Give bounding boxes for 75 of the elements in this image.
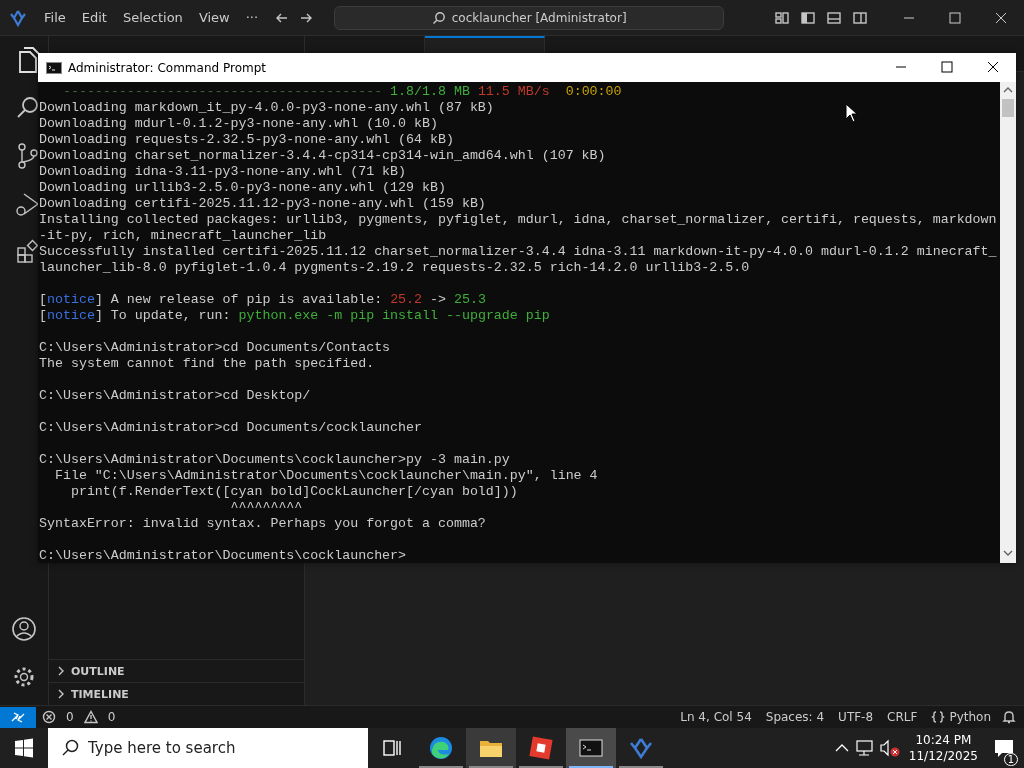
menu-item[interactable]: View [190, 7, 238, 28]
status-item[interactable]: CRLF [880, 710, 925, 724]
terminal-text: 0:00:00 [565, 84, 622, 99]
warning-icon[interactable] [83, 710, 98, 724]
menu-item[interactable]: File [36, 7, 74, 28]
console-icon [46, 59, 62, 76]
menu-item[interactable]: Edit [73, 7, 115, 28]
secondary-sidebar-icon[interactable] [852, 9, 869, 26]
mouse-pointer-icon [845, 103, 859, 123]
terminal-line: Downloading certifi-2025.11.12-py3-none-any.whl (159 kB) [39, 196, 486, 211]
search-icon[interactable] [16, 96, 40, 120]
status-item[interactable]: UTF-8 [831, 710, 881, 724]
status-item[interactable]: Spaces: 4 [758, 710, 832, 724]
terminal-text: notice [47, 292, 95, 307]
layout-icon[interactable] [774, 9, 791, 26]
terminal-text: python.exe -m pip install --upgrade pip [238, 308, 550, 323]
sidebar-section-header[interactable]: OUTLINE [49, 659, 304, 683]
terminal-text: 25.3 [453, 292, 486, 307]
editor-tab[interactable] [425, 36, 545, 53]
terminal-line: C:\Users\Administrator>cd Desktop/ [39, 388, 311, 403]
terminal-text: [ [39, 292, 47, 307]
remote-icon[interactable] [0, 706, 36, 728]
terminal-line: -it-py, rich, minecraft_launcher_lib [39, 228, 327, 243]
terminal-line: launcher_lib-8.0 pyfiglet-1.0.4 pygments-2.19.2 requests-2.32.5 rich-14.2.0 urllib3-2.5.0 [39, 260, 750, 275]
terminal-line: C:\Users\Administrator>cd Documents/cocklauncher [39, 420, 422, 435]
notification-count: 1 [1003, 753, 1018, 766]
window-title: Administrator: Command Prompt [68, 60, 266, 75]
terminal-text: 11.5 MB/s [477, 84, 551, 99]
menu-item[interactable]: ··· [237, 7, 267, 28]
terminal-line: C:\Users\Administrator>cd Documents/Contacts [39, 340, 391, 355]
terminal-text: ] A new release of pip is available: [94, 292, 384, 307]
warning-count[interactable]: 0 [100, 710, 123, 724]
terminal-line: ^^^^^^^^^ [229, 500, 303, 515]
terminal-text: [ [39, 308, 47, 323]
command-center[interactable]: cocklauncher [Administrator] [334, 5, 725, 30]
error-count[interactable]: 0 [59, 710, 81, 724]
terminal-line: File "C:\Users\Administrator\Documents\cocklauncher\main.py", line 4 [53, 468, 598, 483]
terminal-line: Successfully installed certifi-2025.11.12 charset_normalizer-3.4.4 idna-3.11 markdown-it-py-4.0.0 mdurl-0.1.2 minecraft_ [39, 244, 997, 259]
error-icon[interactable] [42, 710, 56, 724]
terminal-line: Downloading charset_normalizer-3.4.4-cp314-cp314-win_amd64.whl (107 kB) [39, 148, 606, 163]
terminal-line: Downloading requests-2.32.5-py3-none-any.whl (64 kB) [39, 132, 454, 147]
terminal-text: ---------------------------------------- [61, 84, 384, 99]
run-debug-icon[interactable] [16, 192, 40, 216]
folder-icon[interactable] [466, 728, 516, 768]
terminal-text: ] To update, run: [94, 308, 232, 323]
terminal-line: Downloading mdurl-0.1.2-py3-none-any.whl (10.0 kB) [39, 116, 438, 131]
terminal-icon[interactable] [566, 728, 616, 768]
terminal-text: 1.8/1.8 MB [390, 84, 471, 99]
terminal-line: Installing collected packages: urllib3, pygments, pyfiglet, mdurl, idna, charset_normalizer, certifi, requests, markdown [39, 212, 997, 227]
extensions-icon[interactable] [16, 239, 40, 263]
scrollbar[interactable] [1000, 82, 1016, 563]
terminal-text: -> [429, 292, 447, 307]
terminal-line: The system cannot find the path specified. [39, 356, 375, 371]
status-item[interactable]: Ln 4, Col 54 [673, 710, 759, 724]
bell-icon[interactable] [1002, 710, 1016, 724]
terminal-text: 25.2 [390, 292, 423, 307]
language-mode[interactable]: Python [924, 710, 998, 724]
primary-sidebar-icon[interactable] [800, 9, 817, 26]
terminal-text: notice [47, 308, 95, 323]
terminal-line: print(f.RenderText([cyan bold]CockLauncher[/cyan bold])) [69, 484, 518, 499]
search-icon [431, 10, 446, 25]
terminal-line: C:\Users\Administrator\Documents\cocklauncher> [39, 548, 407, 563]
terminal-line: Downloading urllib3-2.5.0-py3-none-any.whl (129 kB) [39, 180, 446, 195]
terminal-line: C:\Users\Administrator\Documents\cocklauncher>py -3 main.py [39, 452, 510, 467]
search-icon [60, 738, 80, 758]
terminal-line: Downloading idna-3.11-py3-none-any.whl (71 kB) [39, 164, 407, 179]
source-control-icon[interactable] [16, 143, 40, 169]
taskbar-search-field[interactable]: Type here to search [48, 728, 368, 768]
files-icon[interactable] [16, 47, 40, 73]
clock[interactable]: 10:24 PM 11/12/2025 [902, 732, 984, 764]
terminal-line: SyntaxError: invalid syntax. Perhaps you forgot a comma? [39, 516, 486, 531]
menu-item[interactable]: Selection [114, 7, 191, 28]
braces-icon [931, 710, 946, 724]
panel-icon[interactable] [826, 9, 843, 26]
terminal-line: Downloading markdown_it_py-4.0.0-py3-none-any.whl (87 kB) [39, 100, 494, 115]
